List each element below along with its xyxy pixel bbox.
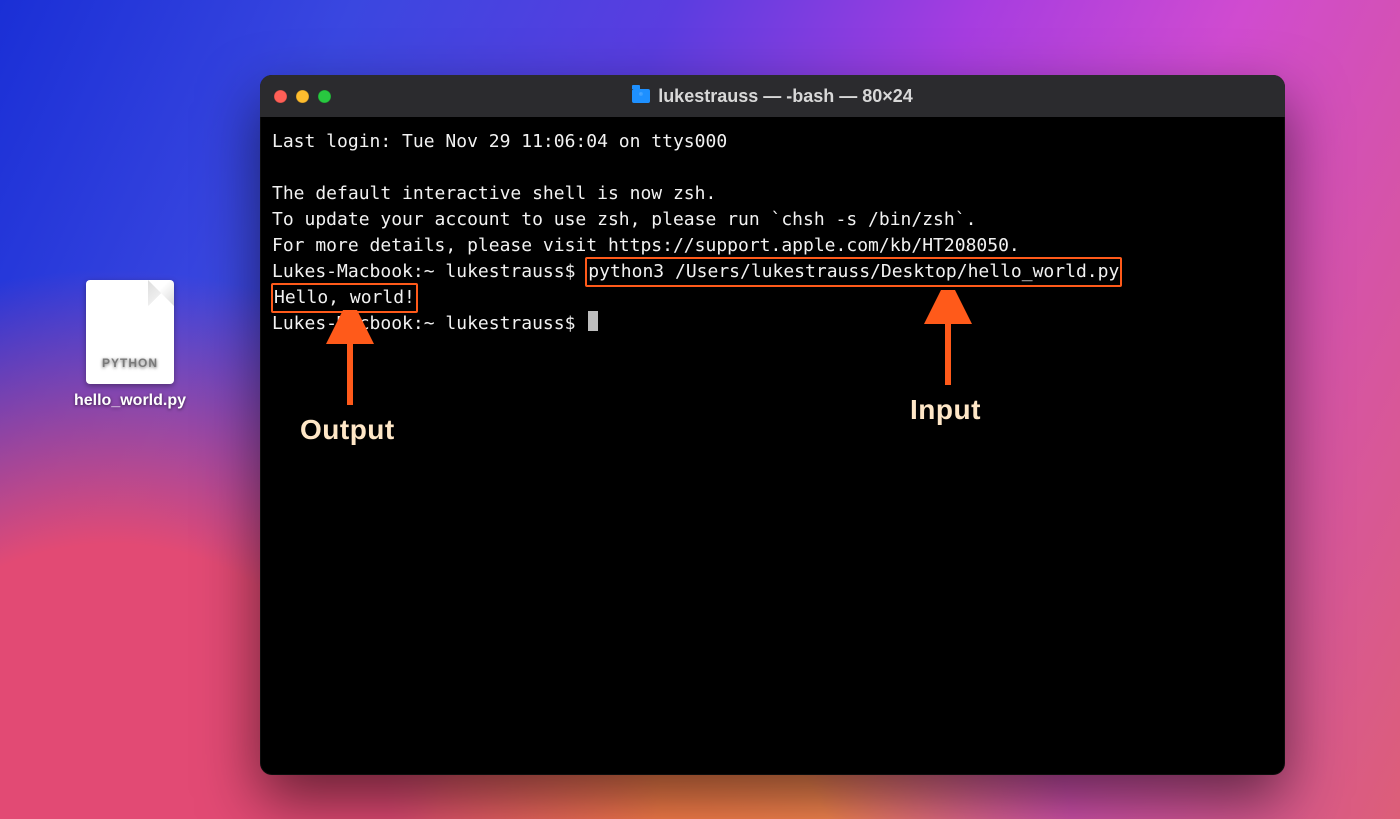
close-button[interactable]	[274, 90, 287, 103]
window-title-text: lukestrauss — -bash — 80×24	[658, 86, 913, 107]
zoom-button[interactable]	[318, 90, 331, 103]
window-titlebar[interactable]: lukestrauss — -bash — 80×24	[260, 75, 1285, 117]
file-document-icon: PYTHON	[86, 280, 174, 384]
minimize-button[interactable]	[296, 90, 309, 103]
window-traffic-lights	[274, 90, 331, 103]
terminal-content[interactable]: Last login: Tue Nov 29 11:06:04 on ttys0…	[260, 117, 1285, 775]
file-kind-tag: PYTHON	[86, 356, 174, 370]
line-zsh-notice-2: To update your account to use zsh, pleas…	[272, 209, 976, 230]
highlighted-output: Hello, world!	[271, 283, 418, 313]
line-last-login: Last login: Tue Nov 29 11:06:04 on ttys0…	[272, 131, 727, 152]
terminal-cursor	[588, 311, 598, 331]
terminal-window[interactable]: lukestrauss — -bash — 80×24 Last login: …	[260, 75, 1285, 775]
desktop-file-hello-world[interactable]: PYTHON hello_world.py	[70, 280, 190, 410]
line-zsh-notice-3: For more details, please visit https://s…	[272, 235, 1020, 256]
desktop: PYTHON hello_world.py lukestrauss — -bas…	[0, 0, 1400, 819]
highlighted-command: python3 /Users/lukestrauss/Desktop/hello…	[585, 257, 1122, 287]
prompt-1: Lukes-Macbook:~ lukestrauss$ python3 /Us…	[272, 261, 1121, 282]
line-zsh-notice-1: The default interactive shell is now zsh…	[272, 183, 716, 204]
prompt-2: Lukes-Macbook:~ lukestrauss$	[272, 313, 598, 334]
file-name-label: hello_world.py	[70, 392, 190, 410]
folder-icon	[632, 89, 650, 103]
window-title: lukestrauss — -bash — 80×24	[260, 86, 1285, 107]
